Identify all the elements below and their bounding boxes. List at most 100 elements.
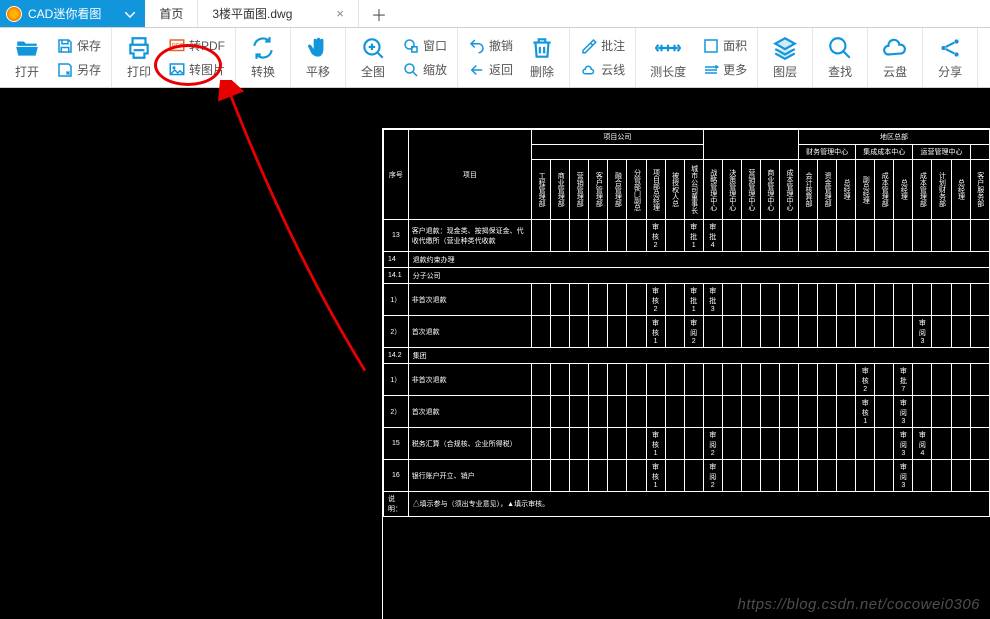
table-cell <box>970 396 989 428</box>
folder-open-icon <box>14 35 40 61</box>
close-icon[interactable]: × <box>336 6 344 21</box>
undo-button[interactable]: 撤销 <box>466 35 515 57</box>
table-cell: 审阅2 <box>703 460 722 492</box>
more-icon <box>702 61 720 79</box>
table-cell <box>722 460 741 492</box>
column-header: 会计核算部 <box>799 160 818 220</box>
tab-add-button[interactable]: ＋ <box>359 0 399 27</box>
cloud-icon <box>882 35 908 61</box>
table-cell <box>532 284 551 316</box>
share-button[interactable]: 分享 <box>933 31 967 84</box>
saveas-button[interactable]: 另存 <box>54 59 103 81</box>
column-header: 项目部总经理 <box>646 160 665 220</box>
cloudline-button[interactable]: 云线 <box>578 59 627 81</box>
table-cell <box>779 460 798 492</box>
note-text: △填示参与（须出专业意见），▲填示审核。 <box>408 492 989 517</box>
print-button[interactable]: 打印 <box>122 31 156 84</box>
table-cell <box>551 220 570 252</box>
ruler-icon <box>655 35 681 61</box>
table-cell <box>779 396 798 428</box>
window-button[interactable]: 窗口 <box>400 35 449 57</box>
column-header: 总经理 <box>837 160 856 220</box>
layers-label: 图层 <box>773 63 797 80</box>
back-button[interactable]: 返回 <box>466 59 515 81</box>
more-button[interactable]: 更多 <box>700 59 749 81</box>
save-button[interactable]: 保存 <box>54 35 103 57</box>
annotate-icon <box>580 37 598 55</box>
table-cell <box>589 220 608 252</box>
table-cell <box>932 220 951 252</box>
to-image-button[interactable]: 转图片 <box>166 59 227 81</box>
table-cell: 审阅3 <box>894 428 913 460</box>
to-image-label: 转图片 <box>189 61 225 78</box>
table-cell <box>551 284 570 316</box>
open-button[interactable]: 打开 <box>10 31 44 84</box>
table-cell: 审核1 <box>646 316 665 348</box>
table-cell <box>722 220 741 252</box>
fit-label: 全图 <box>361 63 385 80</box>
table-cell: 审核1 <box>856 396 875 428</box>
table-cell <box>570 220 589 252</box>
cloudline-label: 云线 <box>601 61 625 78</box>
table-cell <box>684 460 703 492</box>
table-cell <box>875 396 894 428</box>
pan-button[interactable]: 平移 <box>301 31 335 84</box>
cad-canvas[interactable]: 序号 项目 项目公司 地区总部 财务管理中心 集成成本中心 运营管理中心 工程管… <box>0 88 990 619</box>
zoom-icon <box>402 61 420 79</box>
table-cell <box>741 396 760 428</box>
table-cell <box>627 364 646 396</box>
find-label: 查找 <box>828 63 852 80</box>
column-header: 工程管理部 <box>532 160 551 220</box>
table-cell <box>932 460 951 492</box>
delete-button[interactable]: 删除 <box>525 31 559 84</box>
table-cell <box>703 316 722 348</box>
table-cell <box>875 428 894 460</box>
table-cell <box>913 364 932 396</box>
annotate-button[interactable]: 批注 <box>578 35 627 57</box>
chevron-down-icon[interactable] <box>125 7 135 21</box>
table-cell: 审阅3 <box>913 316 932 348</box>
table-cell <box>570 396 589 428</box>
zoom-button[interactable]: 缩放 <box>400 59 449 81</box>
table-cell <box>608 460 627 492</box>
area-button[interactable]: 面积 <box>700 35 749 57</box>
share-label: 分享 <box>938 63 962 80</box>
row-no: 16 <box>384 460 409 492</box>
tab-home[interactable]: 首页 <box>145 0 198 27</box>
row-item: 银行账户开立、销户 <box>408 460 531 492</box>
layers-button[interactable]: 图层 <box>768 31 802 84</box>
table-cell: 审核2 <box>646 284 665 316</box>
table-cell <box>932 428 951 460</box>
table-cell <box>837 396 856 428</box>
measure-button[interactable]: 测长度 <box>646 31 690 84</box>
to-pdf-button[interactable]: PDF 转PDF <box>166 35 227 57</box>
find-button[interactable]: 查找 <box>823 31 857 84</box>
table-cell <box>589 460 608 492</box>
fit-button[interactable]: 全图 <box>356 31 390 84</box>
table-cell <box>856 284 875 316</box>
table-cell <box>684 428 703 460</box>
tab-file[interactable]: 3楼平面图.dwg × <box>198 0 359 27</box>
more-label: 更多 <box>723 61 747 78</box>
table-cell <box>627 220 646 252</box>
table-cell: 审阅4 <box>913 428 932 460</box>
table-cell <box>760 428 779 460</box>
table-cell <box>951 460 970 492</box>
row-no: 15 <box>384 428 409 460</box>
column-header: 分管部门副总 <box>627 160 646 220</box>
table-cell <box>799 396 818 428</box>
table-cell <box>875 220 894 252</box>
cloud-button[interactable]: 云盘 <box>878 31 912 84</box>
table-cell: 审阅3 <box>894 460 913 492</box>
app-title[interactable]: CAD迷你看图 <box>0 0 145 27</box>
row-item: 客户退款：现金类、按揭保证金、代收代缴所（营业种类代收款 <box>408 220 531 252</box>
row-item: 退款约束办理 <box>408 252 989 268</box>
table-cell <box>646 364 665 396</box>
table-cell <box>722 316 741 348</box>
column-header: 总经理 <box>894 160 913 220</box>
section-fin: 财务管理中心 <box>799 145 856 160</box>
table-cell <box>818 460 837 492</box>
convert-button[interactable]: 转换 <box>246 31 280 84</box>
table-cell <box>760 460 779 492</box>
print-icon <box>126 35 152 61</box>
